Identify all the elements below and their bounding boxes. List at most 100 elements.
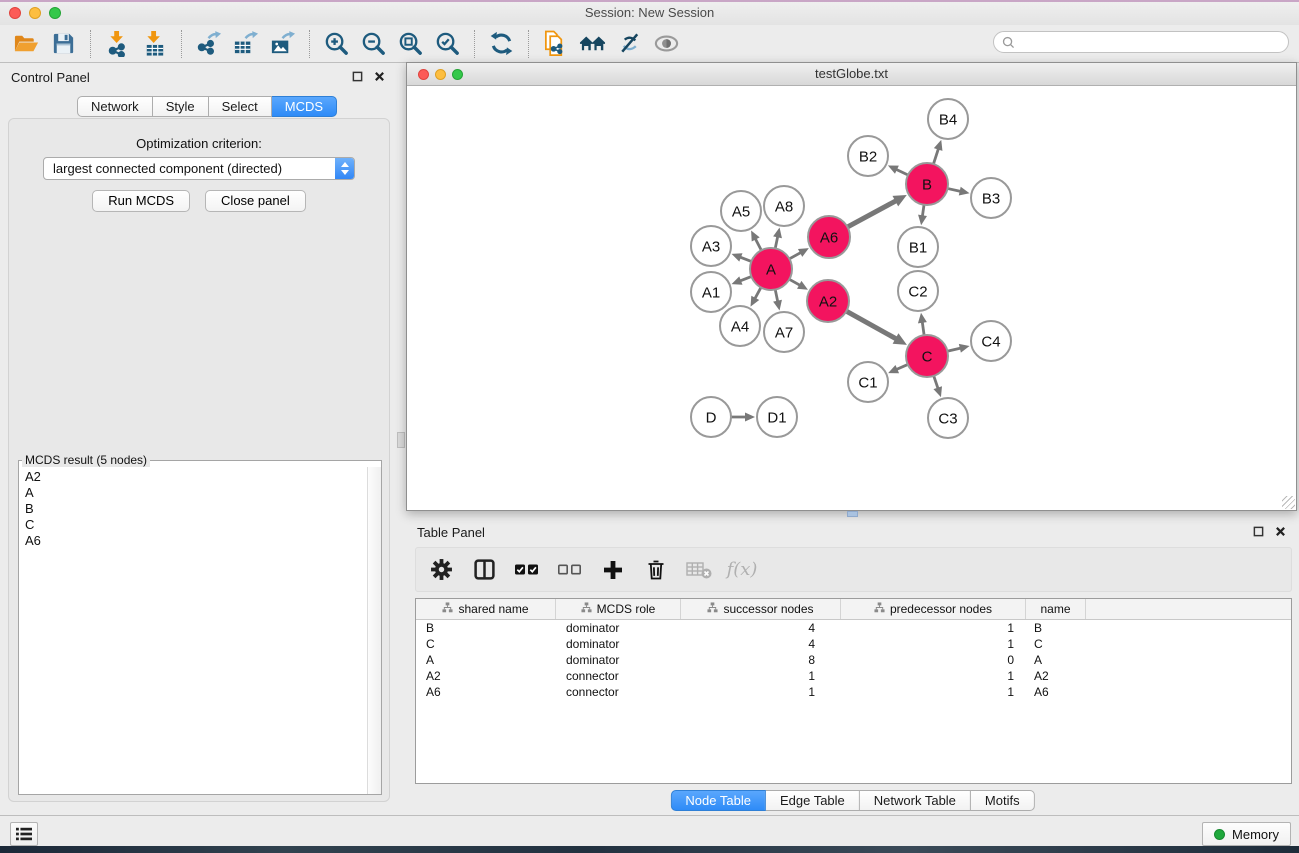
- graph-node-label: B3: [982, 190, 1000, 207]
- network-from-clipboard-icon[interactable]: [537, 28, 574, 59]
- optimization-criterion-select[interactable]: largest connected component (directed): [43, 157, 355, 180]
- control-tab-select[interactable]: Select: [209, 96, 272, 117]
- column-header-shared-name[interactable]: shared name: [416, 599, 556, 619]
- export-image-icon[interactable]: [264, 28, 301, 59]
- deselect-all-icon[interactable]: [557, 557, 583, 583]
- graph-edge-arrowhead: [933, 386, 942, 397]
- network-view-window: testGlobe.txt B4B2BB3A5A8A6B1A3AC2A1A2A4…: [406, 62, 1297, 511]
- zoom-in-icon[interactable]: [318, 28, 355, 59]
- column-header-name[interactable]: name: [1026, 599, 1086, 619]
- mcds-result-item[interactable]: B: [21, 501, 365, 517]
- table-tab-motifs[interactable]: Motifs: [971, 790, 1035, 811]
- zoom-window-light[interactable]: [49, 7, 61, 19]
- import-network-icon[interactable]: [99, 28, 136, 59]
- table-row[interactable]: Bdominator41B: [416, 620, 1291, 636]
- task-history-button[interactable]: [10, 822, 38, 846]
- table-row[interactable]: Cdominator41C: [416, 636, 1291, 652]
- column-header-label: predecessor nodes: [890, 602, 992, 616]
- delete-entry-icon[interactable]: [643, 557, 669, 583]
- select-all-icon[interactable]: [514, 557, 540, 583]
- float-panel-icon[interactable]: [352, 71, 363, 82]
- optimization-criterion-label: Optimization criterion:: [9, 119, 389, 151]
- zoom-fit-icon[interactable]: [392, 28, 429, 59]
- column-tree-icon: [442, 602, 453, 616]
- control-tab-mcds[interactable]: MCDS: [272, 96, 337, 117]
- horizontal-splitter-handle[interactable]: [847, 511, 858, 517]
- column-tree-icon: [581, 602, 592, 616]
- run-mcds-button[interactable]: Run MCDS: [92, 190, 190, 212]
- open-file-icon[interactable]: [8, 28, 45, 59]
- close-table-panel-icon[interactable]: [1275, 526, 1286, 537]
- graph-node-label: A7: [775, 324, 793, 341]
- table-tab-node-table[interactable]: Node Table: [670, 790, 766, 811]
- table-tab-network-table[interactable]: Network Table: [860, 790, 971, 811]
- close-window-light[interactable]: [9, 7, 21, 19]
- graph-edge-arrowhead: [918, 313, 927, 324]
- mcds-result-item[interactable]: A6: [21, 533, 365, 549]
- network-window-titlebar[interactable]: testGlobe.txt: [407, 63, 1296, 86]
- table-row[interactable]: Adominator80A: [416, 652, 1291, 668]
- export-network-icon[interactable]: [190, 28, 227, 59]
- import-table-icon[interactable]: [136, 28, 173, 59]
- close-panel-button[interactable]: Close panel: [205, 190, 306, 212]
- list-icon: [15, 826, 33, 842]
- memory-button[interactable]: Memory: [1202, 822, 1291, 846]
- add-entry-icon[interactable]: [600, 557, 626, 583]
- zoom-out-icon[interactable]: [355, 28, 392, 59]
- column-header-predecessor-nodes[interactable]: predecessor nodes: [841, 599, 1026, 619]
- close-panel-icon[interactable]: [374, 71, 385, 82]
- show-hide-eye-icon[interactable]: [648, 28, 685, 59]
- search-box[interactable]: [993, 31, 1289, 53]
- graph-edge-A6-B[interactable]: [846, 200, 897, 228]
- show-hide-style-icon[interactable]: [611, 28, 648, 59]
- table-row[interactable]: A6connector11A6: [416, 684, 1291, 700]
- table-toolbar: f(x): [415, 547, 1292, 592]
- cell-name: B: [1026, 620, 1086, 636]
- graph-edge-A2-C[interactable]: [845, 310, 898, 339]
- network-close-light[interactable]: [418, 69, 429, 80]
- column-settings-icon[interactable]: [428, 557, 454, 583]
- graph-node-label: A2: [819, 293, 837, 310]
- refresh-layout-icon[interactable]: [483, 28, 520, 59]
- column-header-successor-nodes[interactable]: successor nodes: [681, 599, 841, 619]
- cell-predecessor-nodes: 0: [841, 652, 1026, 668]
- graph-edge-arrowhead: [732, 253, 743, 261]
- network-minimize-light[interactable]: [435, 69, 446, 80]
- save-session-icon[interactable]: [45, 28, 82, 59]
- column-header-label: MCDS role: [597, 602, 656, 616]
- control-tab-style[interactable]: Style: [153, 96, 209, 117]
- control-tab-network[interactable]: Network: [77, 96, 153, 117]
- cell-predecessor-nodes: 1: [841, 620, 1026, 636]
- table-tab-edge-table[interactable]: Edge Table: [766, 790, 860, 811]
- mcds-result-item[interactable]: A2: [21, 469, 365, 485]
- control-panel-title: Control Panel: [11, 70, 90, 85]
- graph-node-label: B2: [859, 148, 877, 165]
- panel-columns-icon[interactable]: [471, 557, 497, 583]
- cell-shared-name: C: [416, 636, 556, 652]
- cell-name: A2: [1026, 668, 1086, 684]
- toolbar-separator: [309, 30, 310, 58]
- export-table-icon[interactable]: [227, 28, 264, 59]
- first-neighbors-icon[interactable]: [574, 28, 611, 59]
- search-input[interactable]: [1020, 35, 1281, 49]
- result-scrollbar[interactable]: [367, 467, 381, 794]
- table-row[interactable]: A2connector11A2: [416, 668, 1291, 684]
- mcds-result-item[interactable]: C: [21, 517, 365, 533]
- float-table-panel-icon[interactable]: [1253, 526, 1264, 537]
- mcds-result-item[interactable]: A: [21, 485, 365, 501]
- network-canvas[interactable]: B4B2BB3A5A8A6B1A3AC2A1A2A4A7C4CC1C3DD1: [407, 86, 1296, 510]
- control-panel-tabs: NetworkStyleSelectMCDS: [77, 96, 337, 117]
- graph-node-label: D1: [767, 409, 786, 426]
- graph-node-label: C2: [908, 283, 927, 300]
- column-header-label: name: [1040, 602, 1070, 616]
- panel-splitter-handle[interactable]: [397, 432, 405, 448]
- column-header-MCDS-role[interactable]: MCDS role: [556, 599, 681, 619]
- selected-criterion: largest connected component (directed): [53, 161, 282, 176]
- zoom-selected-icon[interactable]: [429, 28, 466, 59]
- cell-successor-nodes: 4: [681, 636, 841, 652]
- minimize-window-light[interactable]: [29, 7, 41, 19]
- graph-edge-arrowhead: [745, 413, 755, 422]
- window-resize-grip[interactable]: [1282, 496, 1295, 509]
- network-zoom-light[interactable]: [452, 69, 463, 80]
- graph-node-label: A: [766, 261, 776, 278]
